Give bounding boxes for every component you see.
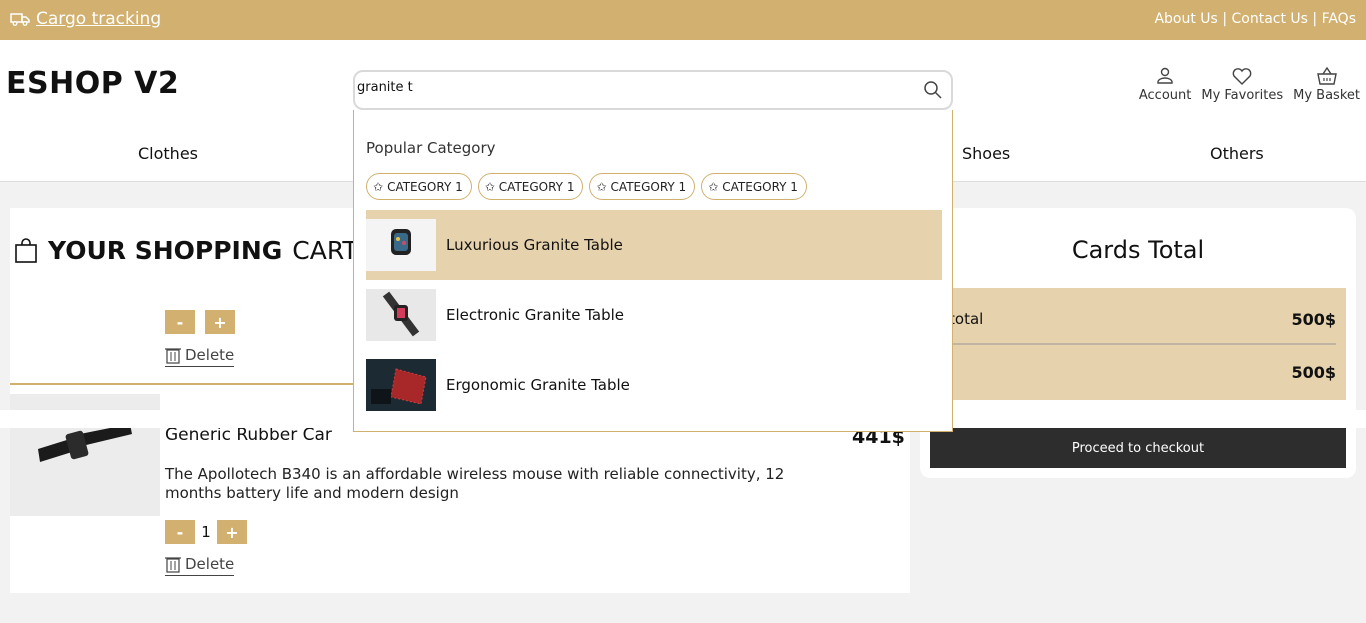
quantity-stepper: - + (165, 310, 235, 334)
star-icon: ✩ (373, 179, 384, 194)
quantity-stepper: - 1 + (165, 520, 247, 544)
cart-title-bold: YOUR SHOPPING (48, 236, 283, 265)
cart-totals-panel: Cards Total ubtotal 500$ tal 500$ Procee… (920, 208, 1356, 478)
product-thumbnail (366, 219, 436, 271)
separator: | (1222, 11, 1228, 27)
star-icon: ✩ (596, 179, 607, 194)
heart-icon (1232, 68, 1252, 85)
cargo-tracking-label: Cargo tracking (36, 9, 162, 29)
search-box[interactable] (353, 70, 953, 110)
category-chip[interactable]: ✩ CATEGORY 1 (366, 173, 472, 200)
delete-label: Delete (185, 346, 235, 364)
product-title[interactable]: Generic Rubber Car (165, 425, 332, 445)
search-result-title: Ergonomic Granite Table (446, 376, 630, 394)
contact-us-link[interactable]: Contact Us (1231, 11, 1307, 27)
search-icon[interactable] (923, 80, 943, 104)
top-bar: Cargo tracking About Us | Contact Us | F… (0, 0, 1366, 40)
category-chips: ✩ CATEGORY 1 ✩ CATEGORY 1 ✩ CATEGORY 1 ✩ CAT… (366, 173, 807, 200)
search-result-item[interactable]: Ergonomic Granite Table (366, 350, 942, 420)
delete-button[interactable]: Delete (165, 346, 235, 367)
proceed-to-checkout-button[interactable]: Proceed to checkout (930, 428, 1346, 468)
category-chip-label: CATEGORY 1 (498, 179, 575, 194)
about-us-link[interactable]: About Us (1154, 11, 1217, 27)
product-thumbnail (366, 289, 436, 341)
divider (930, 343, 1336, 345)
subtotal-value: 500$ (1291, 310, 1336, 329)
basket-icon (1316, 66, 1337, 85)
trash-icon (165, 348, 181, 364)
search-input[interactable] (357, 80, 917, 95)
search-suggestions-dropdown: Popular Category ✩ CATEGORY 1 ✩ CATEGORY 1… (353, 110, 953, 432)
product-description: The Apollotech B340 is an affordable wir… (165, 465, 785, 502)
search-result-title: Luxurious Granite Table (446, 236, 623, 254)
delete-label: Delete (185, 555, 235, 573)
user-icon (1157, 67, 1173, 84)
nav-others[interactable]: Others (1210, 144, 1264, 163)
star-icon: ✩ (484, 179, 495, 194)
cargo-tracking-link[interactable]: Cargo tracking (10, 9, 161, 29)
basket-button[interactable]: My Basket (1293, 66, 1360, 103)
popular-category-title: Popular Category (366, 139, 496, 157)
category-chip[interactable]: ✩ CATEGORY 1 (701, 173, 807, 200)
account-button[interactable]: Account (1138, 66, 1192, 103)
totals-box: ubtotal 500$ tal 500$ (930, 288, 1346, 400)
delete-button[interactable]: Delete (165, 555, 235, 576)
category-chip[interactable]: ✩ CATEGORY 1 (589, 173, 696, 200)
quantity-value: 1 (201, 523, 211, 541)
search-result-title: Electronic Granite Table (446, 306, 625, 324)
separator: | (1312, 11, 1318, 27)
account-label: Account (1138, 88, 1192, 103)
category-chip-label: CATEGORY 1 (610, 179, 687, 194)
category-chip-label: CATEGORY 1 (387, 179, 463, 194)
decrease-button[interactable]: - (165, 310, 195, 334)
category-chip[interactable]: ✩ CATEGORY 1 (477, 173, 584, 200)
star-icon: ✩ (708, 179, 719, 194)
logo[interactable]: ESHOP V2 (6, 66, 179, 101)
search-result-item[interactable]: Electronic Granite Table (366, 280, 942, 350)
basket-label: My Basket (1293, 88, 1360, 103)
product-thumbnail (366, 359, 436, 411)
decrease-button[interactable]: - (165, 520, 195, 544)
search-result-item[interactable]: Luxurious Granite Table (366, 210, 942, 280)
cart-title: YOUR SHOPPING CART (14, 236, 358, 265)
favorites-button[interactable]: My Favorites (1201, 66, 1283, 103)
trash-icon (165, 557, 181, 573)
faqs-link[interactable]: FAQs (1322, 11, 1356, 27)
cart-title-rest: CART (292, 236, 358, 265)
shopping-bag-icon (15, 237, 37, 263)
totals-title: Cards Total (1071, 236, 1205, 264)
total-value: 500$ (1291, 363, 1336, 382)
top-links: About Us | Contact Us | FAQs (1154, 11, 1356, 27)
account-actions: Account My Favorites My Basket (1139, 66, 1360, 103)
category-chip-label: CATEGORY 1 (722, 179, 798, 194)
nav-clothes[interactable]: Clothes (138, 144, 198, 163)
increase-button[interactable]: + (205, 310, 235, 334)
nav-shoes[interactable]: Shoes (962, 144, 1010, 163)
favorites-label: My Favorites (1201, 88, 1284, 103)
increase-button[interactable]: + (217, 520, 247, 544)
truck-icon (10, 13, 30, 26)
